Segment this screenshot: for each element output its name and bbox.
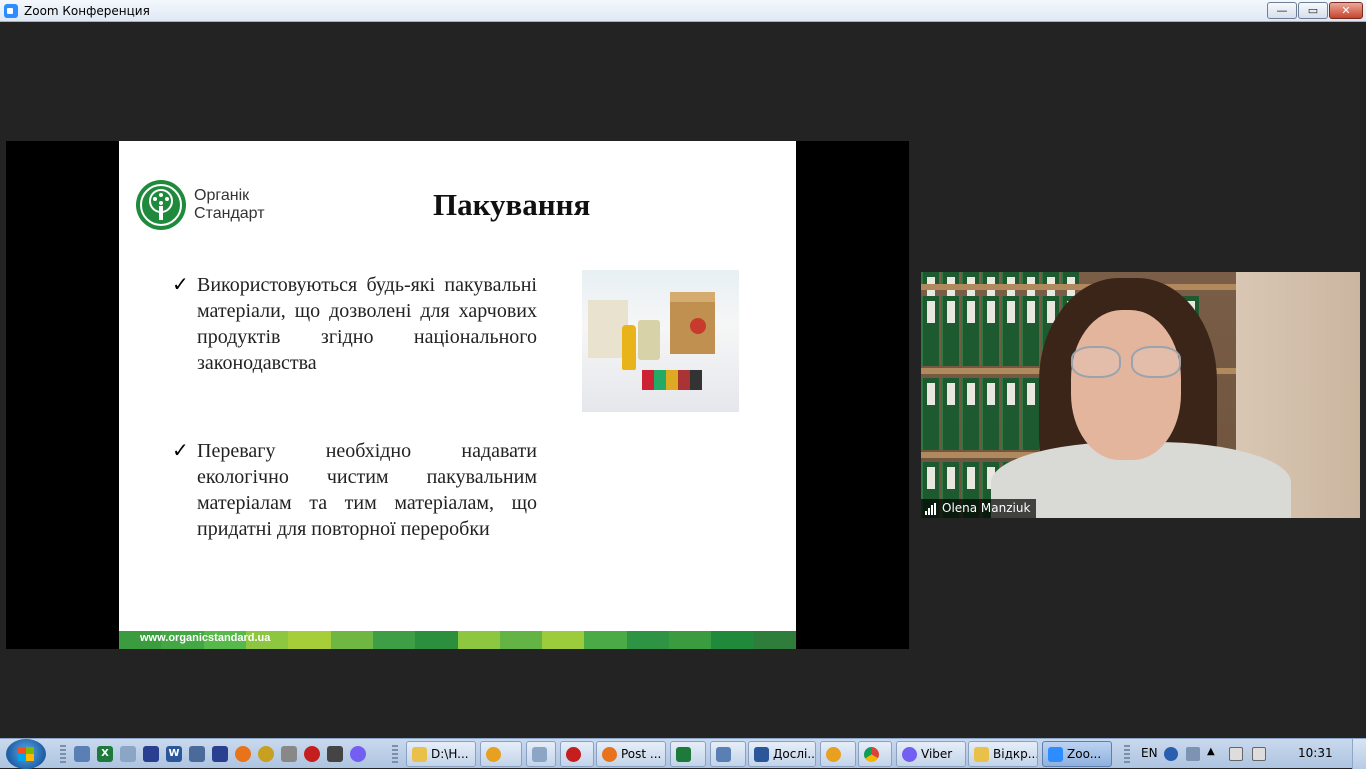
- notepad-icon: [532, 747, 547, 762]
- desktop-icon: [716, 747, 731, 762]
- computer-icon[interactable]: [189, 746, 205, 762]
- footer-color-segment: [753, 631, 796, 649]
- taskbar-word-button[interactable]: Дослі...: [748, 741, 816, 767]
- taskbar-zoom-button[interactable]: Zoo...: [1042, 741, 1112, 767]
- footer-color-segment: [415, 631, 458, 649]
- taskbar-grip[interactable]: [1124, 745, 1130, 763]
- footer-color-segment: [499, 631, 543, 649]
- participant-name: Olena Manziuk: [942, 501, 1031, 515]
- word-quicklaunch-icon[interactable]: W: [166, 746, 182, 762]
- excel-quicklaunch-icon[interactable]: X: [97, 746, 113, 762]
- zoom-taskbar-icon: [1048, 747, 1063, 762]
- taskbar-excel-button[interactable]: [670, 741, 706, 767]
- taskbar-desktop-button[interactable]: [710, 741, 746, 767]
- media-app-icon[interactable]: [327, 746, 343, 762]
- taskbar-grip[interactable]: [392, 745, 398, 763]
- taskbar-chrome-button[interactable]: [858, 741, 892, 767]
- packaging-photo: [582, 270, 739, 412]
- folder-icon: [412, 747, 427, 762]
- flag-app-icon-2[interactable]: [212, 746, 228, 762]
- show-desktop-icon[interactable]: [74, 746, 90, 762]
- footer-url: www.organicstandard.ua: [140, 632, 271, 644]
- footer-color-segment: [711, 631, 754, 649]
- logo-line-2: Стандарт: [194, 205, 265, 222]
- help-icon[interactable]: [1164, 747, 1178, 761]
- footer-color-segment: [669, 631, 712, 649]
- app-icon: [486, 747, 501, 762]
- taskbar-notepad-button[interactable]: [526, 741, 556, 767]
- maximize-button[interactable]: ▭: [1298, 2, 1328, 19]
- folder-icon-2: [974, 747, 989, 762]
- check-icon: ✓: [172, 272, 189, 296]
- taskbar-firefox-button[interactable]: Post ...: [596, 741, 666, 767]
- network-icon[interactable]: [1229, 747, 1243, 761]
- show-hidden-icons-icon[interactable]: ▲: [1207, 746, 1215, 757]
- security-app-icon[interactable]: [258, 746, 274, 762]
- taskbar-app-button-2[interactable]: [820, 741, 856, 767]
- excel-icon: [676, 747, 691, 762]
- footer-color-segment: [457, 631, 500, 649]
- participant-video[interactable]: Olena Manziuk: [921, 272, 1360, 518]
- footer-color-segment: [584, 631, 627, 649]
- windows-logo-icon: [18, 747, 34, 761]
- notepad-quicklaunch-icon[interactable]: [120, 746, 136, 762]
- viber-quicklaunch-icon[interactable]: [350, 746, 366, 762]
- logo-line-1: Органік: [194, 187, 250, 204]
- taskbar-viber-button[interactable]: Viber: [896, 741, 966, 767]
- chrome-icon: [864, 747, 879, 762]
- taskbar-app-button[interactable]: [480, 741, 522, 767]
- bullet-text: Перевагу необхідно надавати екологічно ч…: [197, 440, 537, 540]
- viber-icon: [902, 747, 917, 762]
- taskbar-grip[interactable]: [60, 745, 66, 763]
- taskbar-file-button[interactable]: Відкр...: [968, 741, 1038, 767]
- firefox-icon: [602, 747, 617, 762]
- slide-title: Пакування: [433, 187, 591, 222]
- start-button[interactable]: [6, 739, 46, 769]
- footer-color-segment: [626, 631, 670, 649]
- firefox-quicklaunch-icon[interactable]: [235, 746, 251, 762]
- app-icon-2: [826, 747, 841, 762]
- check-icon: ✓: [172, 438, 189, 462]
- bullet-text: Використовуються будь-які пакувальні мат…: [197, 274, 537, 374]
- footer-color-segment: [542, 631, 585, 649]
- logo-text: Органік Стандарт: [194, 187, 265, 223]
- footer-color-segment: [330, 631, 373, 649]
- word-icon: [754, 747, 769, 762]
- taskbar-explorer-button[interactable]: D:\H...: [406, 741, 476, 767]
- footer-color-segment: [288, 631, 331, 649]
- organic-standard-logo-icon: [136, 180, 186, 230]
- window-title: Zoom Конференция: [24, 4, 150, 18]
- footer-color-segment: [372, 631, 416, 649]
- volume-icon[interactable]: [1252, 747, 1266, 761]
- language-bar-icon[interactable]: [1186, 747, 1200, 761]
- pdf-icon: [566, 747, 581, 762]
- shared-screen[interactable]: Органік Стандарт Пакування ✓ Використову…: [6, 141, 909, 649]
- taskbar: X W D:\H... Post ... Дослі... Viber Відк…: [0, 738, 1366, 769]
- clock[interactable]: 10:31: [1298, 746, 1333, 760]
- language-indicator[interactable]: EN: [1141, 746, 1158, 760]
- flag-app-icon[interactable]: [143, 746, 159, 762]
- presentation-slide: Органік Стандарт Пакування ✓ Використову…: [119, 141, 796, 649]
- title-bar: Zoom Конференция — ▭ ✕: [0, 0, 1366, 22]
- close-button[interactable]: ✕: [1329, 2, 1363, 19]
- signal-strength-icon: [925, 502, 937, 515]
- printer-icon[interactable]: [281, 746, 297, 762]
- pdf-app-icon[interactable]: [304, 746, 320, 762]
- participant-face: [1071, 310, 1181, 460]
- zoom-icon: [4, 4, 18, 18]
- taskbar-pdf-button[interactable]: [560, 741, 594, 767]
- show-desktop-button[interactable]: [1352, 739, 1366, 769]
- glasses: [1071, 346, 1185, 378]
- participant-name-tag: Olena Manziuk: [921, 499, 1037, 518]
- minimize-button[interactable]: —: [1267, 2, 1297, 19]
